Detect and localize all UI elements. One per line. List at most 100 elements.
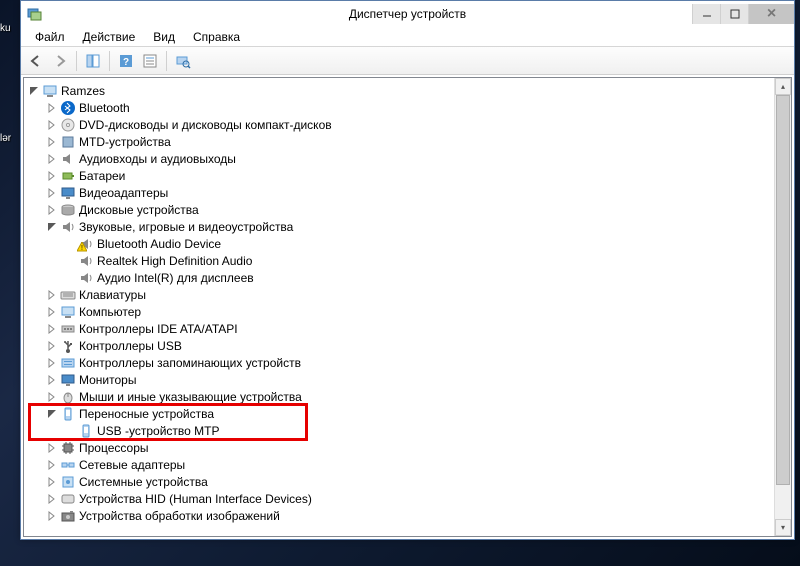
tree-category[interactable]: Видеоадаптеры [24,184,791,201]
tree-category[interactable]: Bluetooth [24,99,791,116]
tree-category[interactable]: Дисковые устройства [24,201,791,218]
menu-action[interactable]: Действие [75,28,144,46]
minimize-button[interactable] [692,4,720,24]
toolbar: ? [21,47,794,75]
tree-category[interactable]: Устройства обработки изображений [24,507,791,524]
tree-category-label: Дисковые устройства [79,203,199,217]
help-button[interactable]: ? [115,50,137,72]
expander-icon[interactable] [46,323,58,335]
tree-device[interactable]: Аудио Intel(R) для дисплеев [24,269,791,286]
expander-icon[interactable] [46,306,58,318]
tree-root-label: Ramzes [61,84,105,98]
tree-category-label: Контроллеры USB [79,339,182,353]
portable-icon [78,423,94,439]
tree-category[interactable]: Контроллеры USB [24,337,791,354]
ide-icon [60,321,76,337]
scroll-up-button[interactable]: ▴ [775,78,791,95]
properties-button[interactable] [139,50,161,72]
tree-category[interactable]: DVD-дисководы и дисководы компакт-дисков [24,116,791,133]
monitor-icon [60,372,76,388]
tree-content-area: RamzesBluetoothDVD-дисководы и дисководы… [23,77,792,537]
tree-root[interactable]: Ramzes [24,82,791,99]
tree-category-label: Аудиовходы и аудиовыходы [79,152,236,166]
titlebar[interactable]: Диспетчер устройств × [21,1,794,27]
desktop-icon-fragment: lər [0,133,11,144]
expander-icon[interactable] [46,102,58,114]
expander-icon[interactable] [46,510,58,522]
tree-category[interactable]: Аудиовходы и аудиовыходы [24,150,791,167]
dvd-icon [60,117,76,133]
cpu-icon [60,440,76,456]
svg-text:!: ! [81,245,83,252]
scan-hardware-button[interactable] [172,50,194,72]
expander-icon[interactable] [46,289,58,301]
tree-category-label: Видеоадаптеры [79,186,168,200]
expander-icon[interactable] [46,391,58,403]
expander-icon[interactable] [46,153,58,165]
tree-device-label: USB -устройство MTP [97,424,220,438]
expander-icon[interactable] [46,187,58,199]
menu-view[interactable]: Вид [145,28,183,46]
expander-icon[interactable] [46,442,58,454]
forward-button[interactable] [49,50,71,72]
expander-icon[interactable] [46,459,58,471]
desktop-icon-fragment: ku [0,23,11,34]
device-tree[interactable]: RamzesBluetoothDVD-дисководы и дисководы… [24,78,791,536]
expander-icon[interactable] [46,119,58,131]
expander-icon[interactable] [46,374,58,386]
tree-category[interactable]: Мыши и иные указывающие устройства [24,388,791,405]
vertical-scrollbar[interactable]: ▴ ▾ [774,78,791,536]
expander-icon[interactable] [46,357,58,369]
expander-icon[interactable] [46,136,58,148]
toolbar-separator [76,51,77,71]
tree-device-label: Realtek High Definition Audio [97,254,252,268]
tree-category[interactable]: Устройства HID (Human Interface Devices) [24,490,791,507]
tree-category-label: Клавиатуры [79,288,146,302]
portable-icon [60,406,76,422]
device-manager-window: Диспетчер устройств × Файл Действие Вид … [20,0,795,540]
tree-category-label: Компьютер [79,305,141,319]
tree-category[interactable]: Контроллеры запоминающих устройств [24,354,791,371]
svg-text:?: ? [123,57,129,68]
scroll-thumb[interactable] [776,95,790,485]
expander-icon[interactable] [46,493,58,505]
close-button[interactable]: × [748,4,794,24]
tree-device[interactable]: !Bluetooth Audio Device [24,235,791,252]
menu-help[interactable]: Справка [185,28,248,46]
tree-category[interactable]: Звуковые, игровые и видеоустройства [24,218,791,235]
tree-category-label: Сетевые адаптеры [79,458,185,472]
tree-category-label: Переносные устройства [79,407,214,421]
expander-icon[interactable] [46,408,58,420]
tree-category-label: Устройства HID (Human Interface Devices) [79,492,312,506]
sound-icon [78,253,94,269]
expander-icon[interactable] [46,221,58,233]
maximize-button[interactable] [720,4,748,24]
show-hide-tree-button[interactable] [82,50,104,72]
tree-category[interactable]: Системные устройства [24,473,791,490]
app-icon [27,6,43,22]
menu-file[interactable]: Файл [27,28,73,46]
tree-category-label: Мониторы [79,373,136,387]
tree-device[interactable]: USB -устройство MTP [24,422,791,439]
scroll-down-button[interactable]: ▾ [775,519,791,536]
tree-category[interactable]: Мониторы [24,371,791,388]
expander-icon[interactable] [46,476,58,488]
tree-category[interactable]: MTD-устройства [24,133,791,150]
tree-category[interactable]: Процессоры [24,439,791,456]
tree-category[interactable]: Контроллеры IDE ATA/ATAPI [24,320,791,337]
expander-icon[interactable] [28,85,40,97]
tree-category[interactable]: Компьютер [24,303,791,320]
tree-category[interactable]: Сетевые адаптеры [24,456,791,473]
expander-icon[interactable] [46,170,58,182]
tree-category[interactable]: Переносные устройства [24,405,791,422]
back-button[interactable] [25,50,47,72]
tree-device[interactable]: Realtek High Definition Audio [24,252,791,269]
tree-category-label: Мыши и иные указывающие устройства [79,390,302,404]
mtd-icon [60,134,76,150]
tree-category[interactable]: Клавиатуры [24,286,791,303]
expander-icon[interactable] [46,340,58,352]
sound-icon: ! [78,236,94,252]
expander-icon[interactable] [46,204,58,216]
menubar: Файл Действие Вид Справка [21,27,794,47]
tree-category[interactable]: Батареи [24,167,791,184]
